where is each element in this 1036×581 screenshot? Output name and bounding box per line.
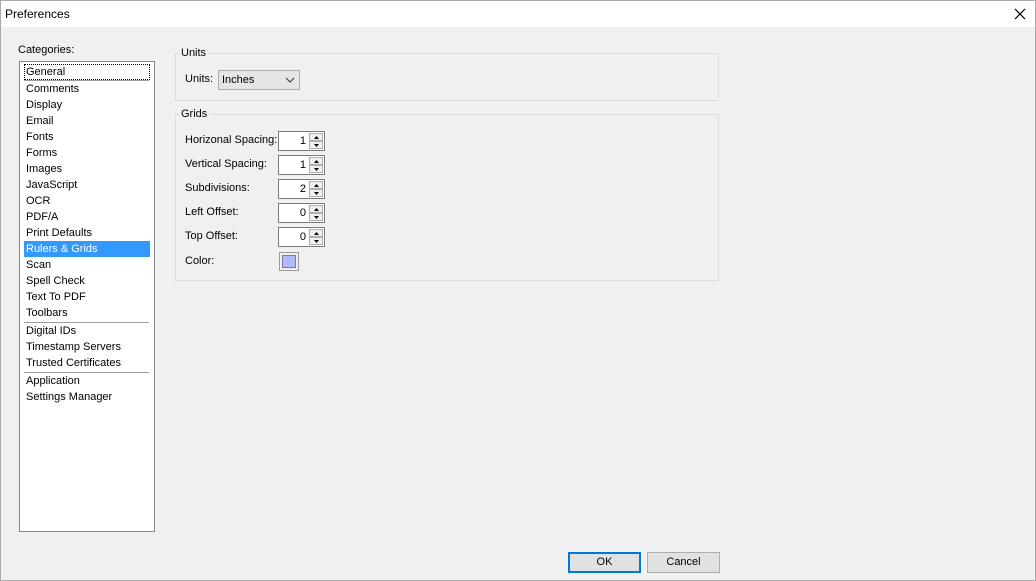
spin-down-button[interactable] bbox=[309, 237, 323, 245]
left-offset-stepper[interactable]: 0 bbox=[278, 203, 325, 223]
category-item-text-to-pdf[interactable]: Text To PDF bbox=[24, 289, 150, 305]
categories-list[interactable]: General Comments Display Email Fonts For… bbox=[19, 61, 155, 532]
arrow-up-icon bbox=[313, 207, 319, 211]
category-item-spell-check[interactable]: Spell Check bbox=[24, 273, 150, 289]
chevron-down-icon bbox=[285, 77, 295, 83]
spin-up-button[interactable] bbox=[309, 133, 323, 141]
category-item-fonts[interactable]: Fonts bbox=[24, 129, 150, 145]
top-offset-stepper[interactable]: 0 bbox=[278, 227, 325, 247]
subdivisions-stepper[interactable]: 2 bbox=[278, 179, 325, 199]
category-item-scan[interactable]: Scan bbox=[24, 257, 150, 273]
spin-up-button[interactable] bbox=[309, 229, 323, 237]
preferences-dialog: Preferences Categories: General Comments… bbox=[0, 0, 1036, 581]
window-title: Preferences bbox=[5, 7, 70, 21]
vertical-spacing-stepper[interactable]: 1 bbox=[278, 155, 325, 175]
spin-up-button[interactable] bbox=[309, 157, 323, 165]
arrow-down-icon bbox=[313, 143, 319, 147]
cancel-button[interactable]: Cancel bbox=[647, 552, 720, 573]
category-item-general[interactable]: General bbox=[24, 64, 150, 80]
spin-down-button[interactable] bbox=[309, 189, 323, 197]
spin-down-button[interactable] bbox=[309, 213, 323, 221]
category-item-images[interactable]: Images bbox=[24, 161, 150, 177]
category-item-settings-manager[interactable]: Settings Manager bbox=[24, 389, 150, 405]
category-item-pdfa[interactable]: PDF/A bbox=[24, 209, 150, 225]
units-group-title: Units bbox=[179, 47, 209, 59]
arrow-up-icon bbox=[313, 135, 319, 139]
close-icon bbox=[1014, 8, 1026, 20]
arrow-down-icon bbox=[313, 215, 319, 219]
category-item-comments[interactable]: Comments bbox=[24, 81, 150, 97]
category-item-trusted-certificates[interactable]: Trusted Certificates bbox=[24, 355, 150, 371]
color-label: Color: bbox=[185, 255, 215, 267]
grid-color-fill bbox=[282, 255, 296, 268]
category-item-rulers-grids[interactable]: Rulers & Grids bbox=[24, 241, 150, 257]
left-offset-value: 0 bbox=[299, 207, 306, 219]
category-item-digital-ids[interactable]: Digital IDs bbox=[24, 323, 150, 339]
arrow-up-icon bbox=[313, 183, 319, 187]
arrow-down-icon bbox=[313, 167, 319, 171]
category-item-print-defaults[interactable]: Print Defaults bbox=[24, 225, 150, 241]
category-item-forms[interactable]: Forms bbox=[24, 145, 150, 161]
category-item-email[interactable]: Email bbox=[24, 113, 150, 129]
subdivisions-label: Subdivisions: bbox=[185, 182, 250, 194]
arrow-up-icon bbox=[313, 159, 319, 163]
spin-up-button[interactable] bbox=[309, 181, 323, 189]
horizontal-spacing-label: Horizonal Spacing: bbox=[185, 134, 278, 146]
category-item-toolbars[interactable]: Toolbars bbox=[24, 305, 150, 321]
category-item-ocr[interactable]: OCR bbox=[24, 193, 150, 209]
top-offset-label: Top Offset: bbox=[185, 230, 238, 242]
subdivisions-value: 2 bbox=[299, 183, 306, 195]
arrow-down-icon bbox=[313, 239, 319, 243]
close-button[interactable] bbox=[1005, 1, 1035, 27]
horizontal-spacing-value: 1 bbox=[299, 135, 306, 147]
vertical-spacing-value: 1 bbox=[299, 159, 306, 171]
units-dropdown[interactable]: Inches bbox=[218, 70, 300, 90]
left-offset-label: Left Offset: bbox=[185, 206, 239, 218]
spin-down-button[interactable] bbox=[309, 165, 323, 173]
spin-up-button[interactable] bbox=[309, 205, 323, 213]
category-item-javascript[interactable]: JavaScript bbox=[24, 177, 150, 193]
arrow-up-icon bbox=[313, 231, 319, 235]
grids-group-title: Grids bbox=[179, 108, 210, 120]
spin-down-button[interactable] bbox=[309, 141, 323, 149]
category-item-application[interactable]: Application bbox=[24, 373, 150, 389]
grid-color-picker[interactable] bbox=[279, 252, 299, 271]
category-item-timestamp-servers[interactable]: Timestamp Servers bbox=[24, 339, 150, 355]
categories-label: Categories: bbox=[18, 44, 75, 56]
units-label: Units: bbox=[185, 73, 214, 85]
category-item-display[interactable]: Display bbox=[24, 97, 150, 113]
vertical-spacing-label: Vertical Spacing: bbox=[185, 158, 267, 170]
top-offset-value: 0 bbox=[299, 231, 306, 243]
units-dropdown-value: Inches bbox=[222, 74, 255, 86]
title-bar: Preferences bbox=[1, 1, 1035, 27]
horizontal-spacing-stepper[interactable]: 1 bbox=[278, 131, 325, 151]
arrow-down-icon bbox=[313, 191, 319, 195]
ok-button[interactable]: OK bbox=[568, 552, 641, 573]
